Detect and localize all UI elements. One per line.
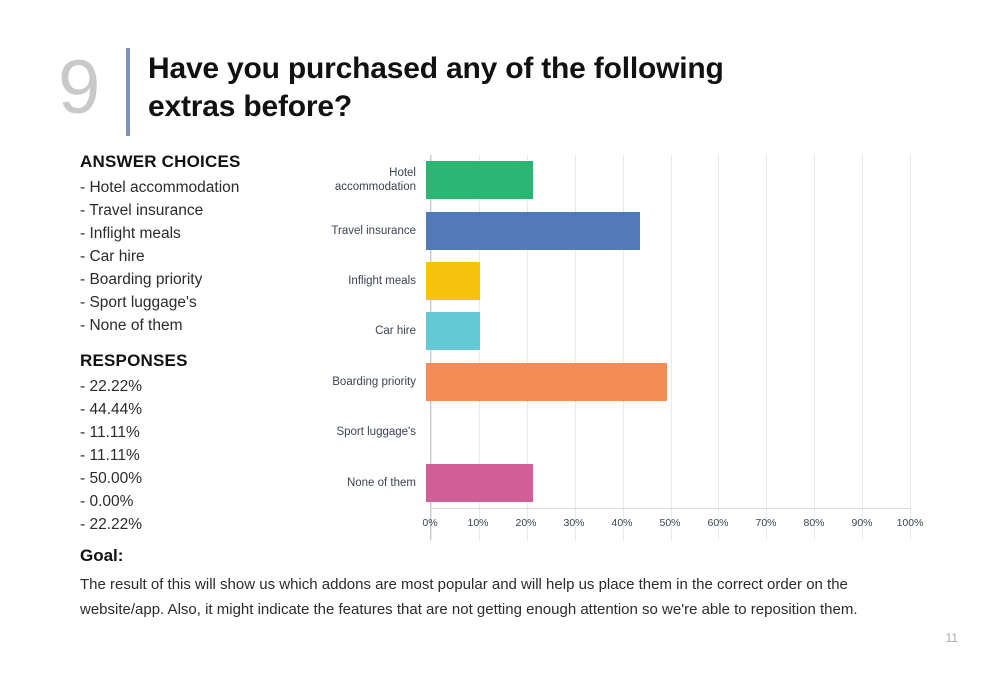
chart-row: Boarding priority [330, 357, 908, 407]
list-item: - 50.00% [80, 470, 143, 487]
slide-number: 9 [58, 45, 100, 130]
chart-bar-track [426, 357, 908, 407]
chart-row: Car hire [330, 306, 908, 356]
chart-x-tick: 10% [467, 517, 489, 529]
goal-section: Goal: The result of this will show us wh… [80, 546, 900, 622]
list-item: - 22.22% [80, 516, 143, 533]
list-item: - None of them [80, 317, 183, 334]
slide: 9 Have you purchased any of the followin… [0, 0, 1000, 700]
chart-bar [426, 312, 480, 351]
chart-row: Hotel accommodation [330, 155, 908, 205]
chart-bar-track [426, 155, 908, 205]
chart-category-label: None of them [346, 476, 416, 489]
chart-category-label: Boarding priority [332, 375, 416, 388]
chart-x-tick: 70% [755, 517, 777, 529]
chart-x-tick: 50% [659, 517, 681, 529]
answer-choices-block: ANSWER CHOICES - Hotel accommodation - T… [80, 152, 330, 337]
chart-bar [426, 161, 534, 200]
chart-bar-track [426, 205, 908, 255]
chart-bar [426, 261, 480, 300]
chart-row: None of them [330, 457, 908, 507]
list-item: - 11.11% [80, 424, 140, 441]
chart-category-label: Sport luggage's [336, 426, 416, 439]
chart-x-tick: 30% [563, 517, 585, 529]
list-item: - 11.11% [80, 447, 140, 464]
responses-list: - 22.22% - 44.44% - 11.11% - 11.11% - 50… [80, 375, 330, 536]
chart-row: Travel insurance [330, 205, 908, 255]
responses-block: RESPONSES - 22.22% - 44.44% - 11.11% - 1… [80, 351, 330, 536]
chart-bar [426, 362, 667, 401]
chart-bar-track [426, 407, 908, 457]
chart-row: Inflight meals [330, 256, 908, 306]
list-item: - Car hire [80, 248, 145, 265]
chart-x-tick: 40% [611, 517, 633, 529]
chart-bar-track [426, 256, 908, 306]
chart-bar [426, 211, 641, 250]
answer-choices-list: - Hotel accommodation - Travel insurance… [80, 176, 330, 337]
chart-category-label: Hotel accommodation [334, 167, 416, 194]
chart-bar-track [426, 457, 908, 507]
chart-x-tick: 60% [707, 517, 729, 529]
chart-category-label: Travel insurance [331, 224, 416, 237]
chart-x-tick: 80% [803, 517, 825, 529]
chart-x-tick: 100% [896, 517, 924, 529]
chart-bar-track [426, 306, 908, 356]
chart-bar [426, 463, 534, 502]
left-column: ANSWER CHOICES - Hotel accommodation - T… [80, 152, 330, 536]
list-item: - Hotel accommodation [80, 179, 240, 196]
list-item: - Travel insurance [80, 202, 204, 219]
chart-category-label: Car hire [375, 325, 416, 338]
list-item: - 44.44% [80, 401, 143, 418]
goal-title: Goal: [80, 546, 124, 565]
page-number: 11 [945, 631, 958, 645]
list-item: - 0.00% [80, 493, 134, 510]
chart-category-label: Inflight meals [348, 274, 416, 287]
chart-bars: Hotel accommodation Travel insurance Infli… [330, 155, 908, 508]
responses-heading: RESPONSES [80, 351, 188, 370]
chart-x-tick: 90% [851, 517, 873, 529]
list-item: - 22.22% [80, 378, 143, 395]
slide-header: 9 Have you purchased any of the followin… [58, 44, 808, 136]
bar-chart: Hotel accommodation Travel insurance Infli… [330, 155, 923, 540]
list-item: - Inflight meals [80, 225, 181, 242]
list-item: - Boarding priority [80, 271, 203, 288]
chart-gridline [910, 155, 911, 540]
chart-x-tick: 0% [422, 517, 438, 529]
page-title: Have you purchased any of the following … [148, 52, 724, 123]
answer-choices-heading: ANSWER CHOICES [80, 152, 241, 171]
list-item: - Sport luggage's [80, 294, 197, 311]
chart-row: Sport luggage's [330, 407, 908, 457]
goal-text: The result of this will show us which ad… [80, 576, 858, 618]
header-divider [126, 48, 130, 136]
chart-x-tick: 20% [515, 517, 537, 529]
chart-x-axis: 0% 10% 20% 30% 40% 50% 60% 70% 80% 90% 100% [422, 508, 923, 539]
